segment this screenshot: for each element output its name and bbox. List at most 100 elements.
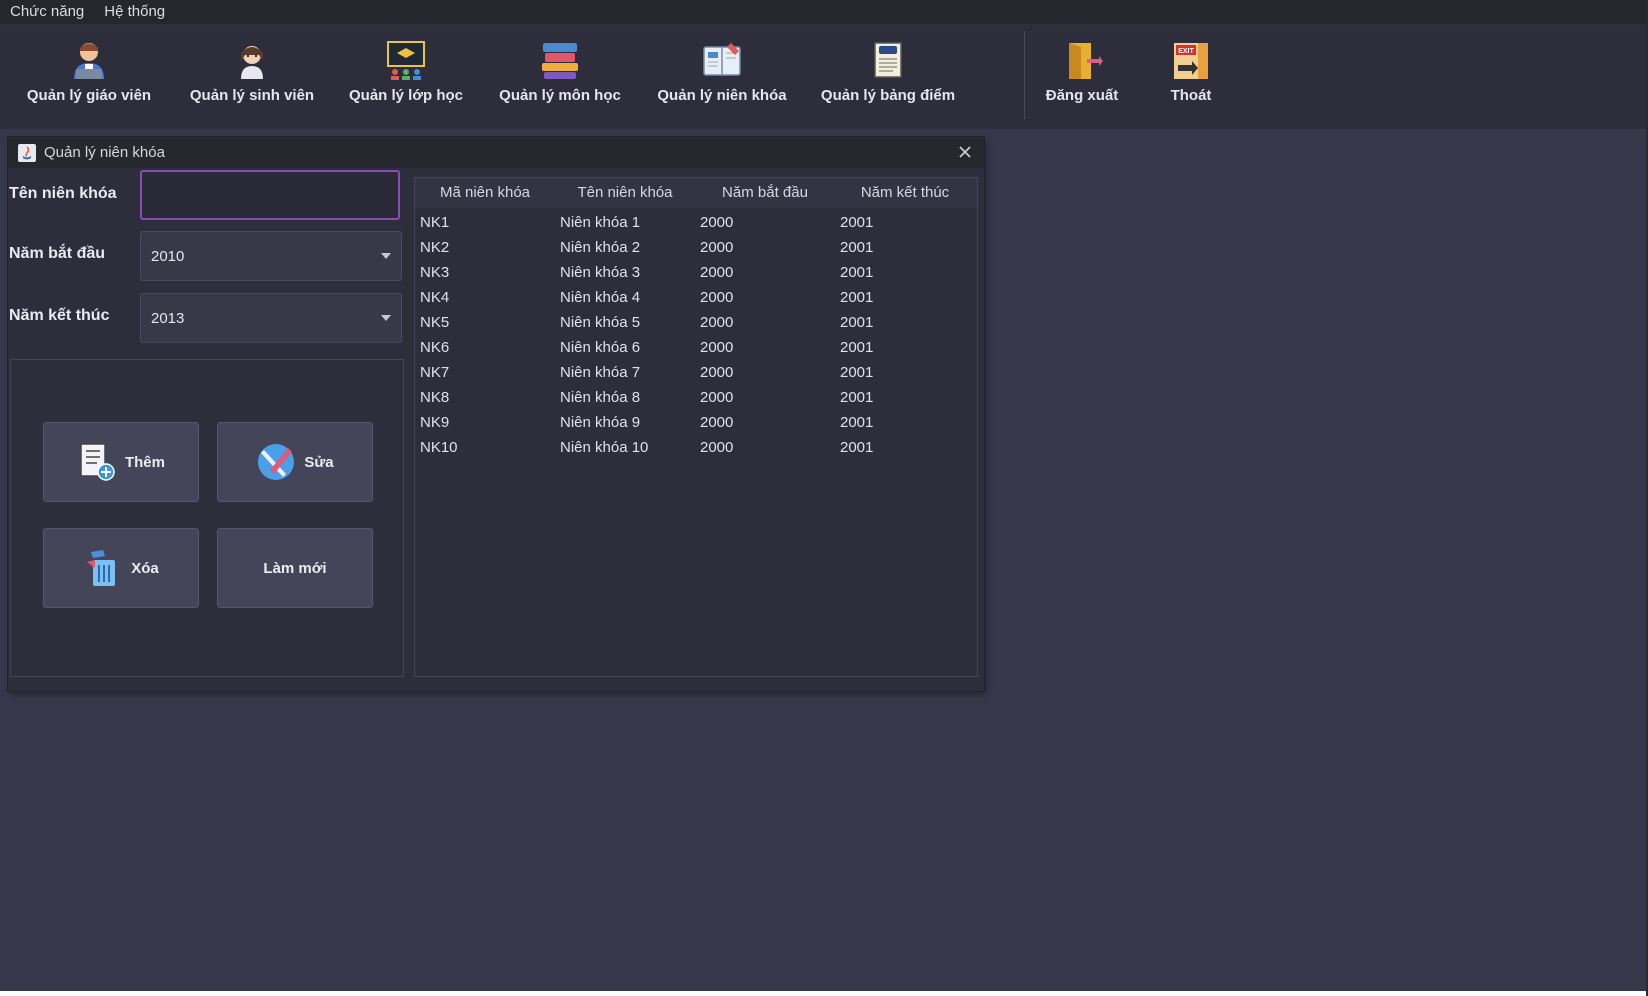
cell-end: 2001 <box>840 214 874 231</box>
edit-tools-icon <box>258 444 295 480</box>
table-row[interactable]: NK5 Niên khóa 5 2000 2001 <box>415 310 977 335</box>
toolbar-classroom-label: Quản lý lớp học <box>348 87 463 104</box>
table-row[interactable]: NK8 Niên khóa 8 2000 2001 <box>415 385 977 410</box>
cell-code: NK9 <box>420 414 450 431</box>
column-header[interactable]: Mã niên khóa <box>415 178 555 208</box>
column-header[interactable]: Tên niên khóa <box>555 178 695 208</box>
action-button-panel: Thêm Sửa Xóa Làm mới <box>10 359 404 677</box>
add-list-icon <box>80 443 115 481</box>
exit-icon: EXIT <box>1174 43 1208 79</box>
cell-start: 2000 <box>700 214 734 231</box>
cell-code: NK10 <box>420 439 458 456</box>
start-year-label: Năm bắt đầu <box>9 245 106 262</box>
table-row[interactable]: NK2 Niên khóa 2 2000 2001 <box>415 235 977 260</box>
cell-code: NK2 <box>420 239 450 256</box>
cell-end: 2001 <box>840 314 874 331</box>
course-year-icon <box>703 43 741 76</box>
toolbar-student-label: Quản lý sinh viên <box>189 87 315 104</box>
cell-end: 2001 <box>840 339 874 356</box>
table-row[interactable]: NK1 Niên khóa 1 2000 2001 <box>415 210 977 235</box>
cell-start: 2000 <box>700 339 734 356</box>
main-toolbar: Quản lý giáo viên Quản lý sinh viên Quản… <box>0 25 1648 129</box>
table-row[interactable]: NK7 Niên khóa 7 2000 2001 <box>415 360 977 385</box>
transcript-icon <box>874 42 902 78</box>
toolbar-exit-label: Thoát <box>1170 87 1212 104</box>
toolbar-exit-button[interactable]: EXIT Thoát <box>1156 39 1226 119</box>
name-label: Tên niên khóa <box>9 185 117 202</box>
edit-button[interactable]: Sửa <box>217 422 373 502</box>
cell-start: 2000 <box>700 289 734 306</box>
course-year-window: Quản lý niên khóa Tên niên khóa Năm bắt … <box>8 137 984 691</box>
cell-end: 2001 <box>840 389 874 406</box>
cell-end: 2001 <box>840 239 874 256</box>
cell-start: 2000 <box>700 389 734 406</box>
svg-text:EXIT: EXIT <box>1178 48 1194 55</box>
cell-start: 2000 <box>700 239 734 256</box>
toolbar-transcript-label: Quản lý bảng điểm <box>820 87 956 104</box>
toolbar-course-year-label: Quản lý niên khóa <box>657 87 787 104</box>
cell-end: 2001 <box>840 439 874 456</box>
start-year-select[interactable]: 2010 <box>140 231 402 281</box>
column-header[interactable]: Năm kết thúc <box>835 178 975 208</box>
cell-code: NK3 <box>420 264 450 281</box>
cell-start: 2000 <box>700 314 734 331</box>
toolbar-teacher-label: Quản lý giáo viên <box>26 87 152 104</box>
cell-code: NK5 <box>420 314 450 331</box>
course-year-table[interactable]: Mã niên khóa Tên niên khóa Năm bắt đầu N… <box>414 177 978 677</box>
table-row[interactable]: NK9 Niên khóa 9 2000 2001 <box>415 410 977 435</box>
cell-code: NK6 <box>420 339 450 356</box>
toolbar-transcript-button[interactable]: Quản lý bảng điểm <box>820 39 956 119</box>
cell-name: Niên khóa 9 <box>560 414 641 431</box>
name-input[interactable] <box>140 170 400 220</box>
cell-name: Niên khóa 5 <box>560 314 641 331</box>
menu-he-thong[interactable]: Hệ thống <box>94 0 175 24</box>
column-header[interactable]: Năm bắt đầu <box>695 178 835 208</box>
add-button[interactable]: Thêm <box>43 422 199 502</box>
cell-end: 2001 <box>840 289 874 306</box>
refresh-button[interactable]: Làm mới <box>217 528 373 608</box>
end-year-select[interactable]: 2013 <box>140 293 402 343</box>
logout-door-icon <box>1069 43 1103 79</box>
cell-name: Niên khóa 7 <box>560 364 641 381</box>
end-year-label: Năm kết thúc <box>9 307 110 324</box>
books-icon <box>542 43 578 79</box>
cell-name: Niên khóa 3 <box>560 264 641 281</box>
window-title: Quản lý niên khóa <box>44 144 165 161</box>
toolbar-separator <box>1024 31 1025 119</box>
student-icon <box>241 46 263 79</box>
cell-code: NK1 <box>420 214 450 231</box>
toolbar-student-button[interactable]: Quản lý sinh viên <box>186 39 318 119</box>
java-app-icon <box>18 143 36 162</box>
cell-end: 2001 <box>840 264 874 281</box>
window-title-bar[interactable]: Quản lý niên khóa <box>8 137 984 168</box>
table-row[interactable]: NK10 Niên khóa 10 2000 2001 <box>415 435 977 460</box>
table-row[interactable]: NK4 Niên khóa 4 2000 2001 <box>415 285 977 310</box>
chevron-down-icon <box>381 315 391 321</box>
toolbar-course-year-button[interactable]: Quản lý niên khóa <box>652 39 792 119</box>
toolbar-teacher-button[interactable]: Quản lý giáo viên <box>24 39 154 119</box>
menu-chuc-nang[interactable]: Chức năng <box>0 0 94 24</box>
chevron-down-icon <box>381 253 391 259</box>
start-year-value: 2010 <box>151 247 185 265</box>
toolbar-subject-button[interactable]: Quản lý môn học <box>496 39 624 119</box>
close-icon[interactable] <box>956 143 974 161</box>
end-year-value: 2013 <box>151 309 185 327</box>
table-header: Mã niên khóa Tên niên khóa Năm bắt đầu N… <box>415 178 977 208</box>
table-row[interactable]: NK6 Niên khóa 6 2000 2001 <box>415 335 977 360</box>
teacher-icon <box>74 43 104 79</box>
toolbar-logout-label: Đăng xuất <box>1045 87 1119 104</box>
edit-button-label: Sửa <box>304 453 334 471</box>
cell-start: 2000 <box>700 364 734 381</box>
trash-icon <box>87 550 116 586</box>
cell-name: Niên khóa 10 <box>560 439 649 456</box>
refresh-button-label: Làm mới <box>263 559 327 577</box>
delete-button[interactable]: Xóa <box>43 528 199 608</box>
cell-end: 2001 <box>840 414 874 431</box>
table-row[interactable]: NK3 Niên khóa 3 2000 2001 <box>415 260 977 285</box>
toolbar-logout-button[interactable]: Đăng xuất <box>1042 39 1122 119</box>
bottom-strip <box>0 991 1648 996</box>
toolbar-classroom-button[interactable]: Quản lý lớp học <box>348 39 464 119</box>
cell-code: NK4 <box>420 289 450 306</box>
cell-name: Niên khóa 8 <box>560 389 641 406</box>
cell-name: Niên khóa 4 <box>560 289 641 306</box>
